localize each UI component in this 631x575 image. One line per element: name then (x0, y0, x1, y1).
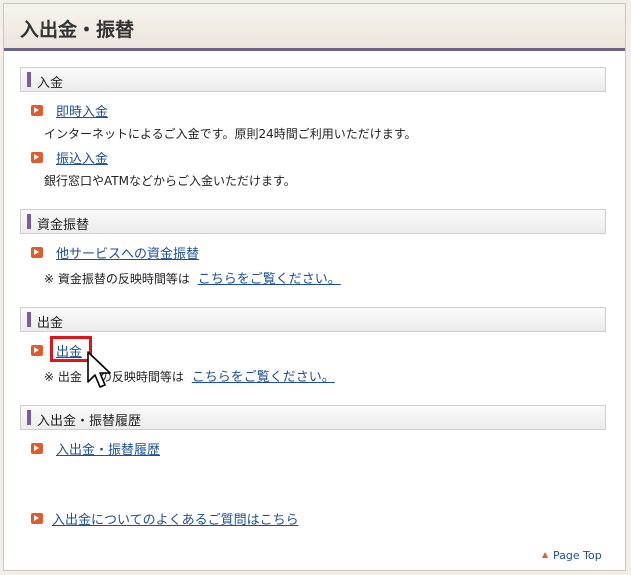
section-title-transfer: 資金振替 (37, 218, 90, 233)
bank-transfer-deposit-link[interactable]: 振込入金 (56, 148, 108, 167)
section-header-transfer: 資金振替 (20, 209, 606, 234)
section-header-withdrawal: 出金 (20, 307, 606, 332)
page-title: 入出金・振替 (20, 19, 135, 41)
arrow-right-icon (31, 105, 43, 116)
history-link[interactable]: 入出金・振替履歴 (56, 439, 160, 458)
section-title-history: 入出金・振替履歴 (37, 414, 142, 429)
transfer-note: ※ 資金振替の反映時間等は こちらをご覧ください。 (44, 268, 341, 287)
section-accent-bar (27, 410, 31, 425)
section-accent-bar (27, 214, 31, 229)
section-header-deposit: 入金 (20, 67, 606, 92)
arrow-right-icon (31, 247, 43, 258)
arrow-right-icon (31, 152, 43, 163)
triangle-up-icon (542, 552, 548, 558)
faq-link[interactable]: 入出金についてのよくあるご質問はこちら (52, 509, 299, 528)
content-frame: 入出金・振替 入金 即時入金 インターネットによるご入金です。原則24時間ご利用… (3, 3, 626, 571)
arrow-right-icon (31, 513, 43, 524)
page-top-link[interactable]: Page Top (542, 549, 602, 562)
withdrawal-note-prefix: ※ 出金 (44, 370, 82, 384)
section-accent-bar (27, 72, 31, 87)
section-title-deposit: 入金 (37, 76, 64, 91)
arrow-right-icon (31, 345, 43, 356)
bank-transfer-deposit-description: 銀行窓口やATMなどからご入金いただけます。 (44, 174, 296, 188)
section-title-withdrawal: 出金 (37, 316, 64, 331)
page-header: 入出金・振替 (4, 4, 625, 51)
transfer-note-link[interactable]: こちらをご覧ください。 (198, 272, 341, 287)
arrow-right-icon (31, 443, 43, 454)
mouse-pointer-icon (87, 351, 111, 388)
transfer-note-text: ※ 資金振替の反映時間等は (44, 272, 190, 286)
transfer-to-other-services-link[interactable]: 他サービスへの資金振替 (56, 243, 199, 262)
instant-deposit-link[interactable]: 即時入金 (56, 101, 108, 120)
section-accent-bar (27, 312, 31, 327)
page-top-label: Page Top (553, 549, 602, 562)
withdrawal-note-link[interactable]: こちらをご覧ください。 (192, 370, 335, 385)
section-header-history: 入出金・振替履歴 (20, 405, 606, 430)
instant-deposit-description: インターネットによるご入金です。原則24時間ご利用いただけます。 (44, 127, 417, 141)
